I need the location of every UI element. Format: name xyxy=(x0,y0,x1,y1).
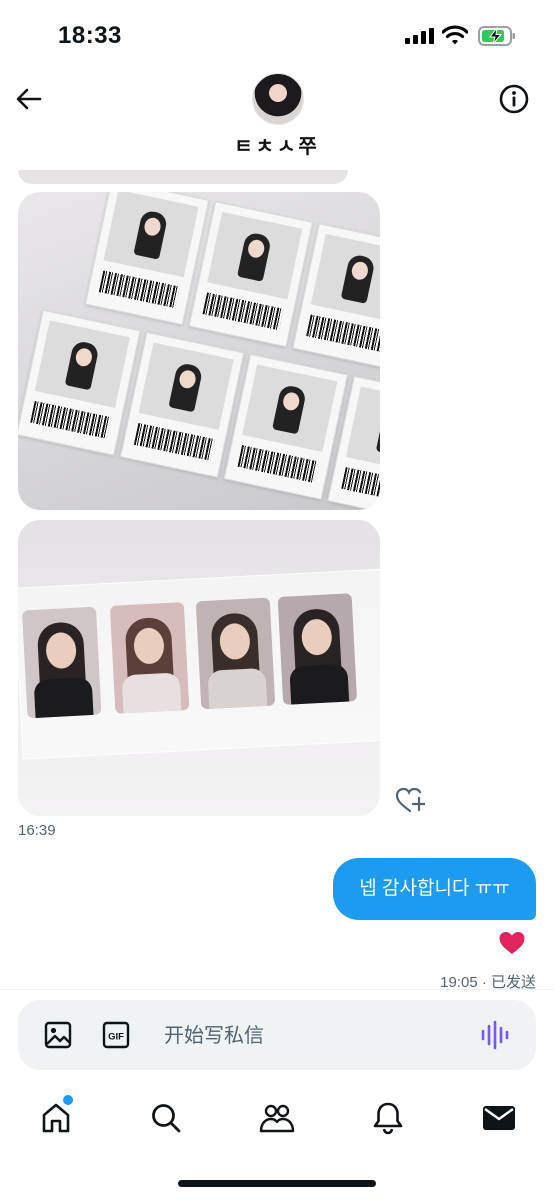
photocard xyxy=(195,597,276,710)
home-notification-dot xyxy=(61,1093,75,1107)
status-bar: 18:33 xyxy=(0,0,554,70)
wifi-icon xyxy=(442,25,468,45)
polaroid-collage xyxy=(18,192,380,510)
received-photo-polaroids[interactable] xyxy=(18,192,380,510)
photocard-sleeve xyxy=(18,568,380,760)
received-timestamp: 16:39 xyxy=(18,822,56,839)
contact-name[interactable]: ㅌㅊㅅ쭈 xyxy=(0,130,554,159)
received-photo-photocards[interactable] xyxy=(18,520,380,816)
back-arrow-icon[interactable] xyxy=(14,84,44,114)
heart-reaction-icon[interactable] xyxy=(498,930,526,956)
communities-icon[interactable] xyxy=(259,1100,295,1136)
message-composer: GIF xyxy=(18,1000,536,1070)
status-time: 18:33 xyxy=(58,22,122,49)
polaroid-card xyxy=(223,353,349,500)
add-reaction-heart-plus-icon[interactable] xyxy=(395,786,425,814)
info-icon[interactable] xyxy=(498,83,530,115)
photocard xyxy=(21,606,102,719)
messages-envelope-icon[interactable] xyxy=(481,1100,517,1136)
polaroid-card xyxy=(119,331,245,478)
polaroid-card xyxy=(18,309,141,456)
gif-icon[interactable]: GIF xyxy=(102,1021,130,1049)
photocard xyxy=(277,593,358,705)
battery-charging-icon xyxy=(478,26,515,46)
photocard xyxy=(109,602,190,714)
message-input[interactable] xyxy=(164,1018,464,1052)
search-icon[interactable] xyxy=(148,1100,184,1136)
cellular-signal-icon xyxy=(405,28,434,44)
composer-divider xyxy=(0,989,554,990)
bottom-tab-bar xyxy=(0,1086,554,1150)
polaroid-card xyxy=(188,201,314,348)
home-indicator[interactable] xyxy=(178,1180,376,1187)
image-icon[interactable] xyxy=(44,1021,72,1049)
contact-avatar[interactable] xyxy=(252,73,304,125)
voice-waveform-icon[interactable] xyxy=(480,1020,512,1050)
polaroid-card xyxy=(84,192,210,326)
notifications-bell-icon[interactable] xyxy=(370,1100,406,1136)
svg-text:GIF: GIF xyxy=(108,1032,124,1043)
sent-message-bubble[interactable]: 넵 감사합니다 ㅠㅠ xyxy=(333,858,536,920)
previous-message-edge xyxy=(18,170,348,184)
